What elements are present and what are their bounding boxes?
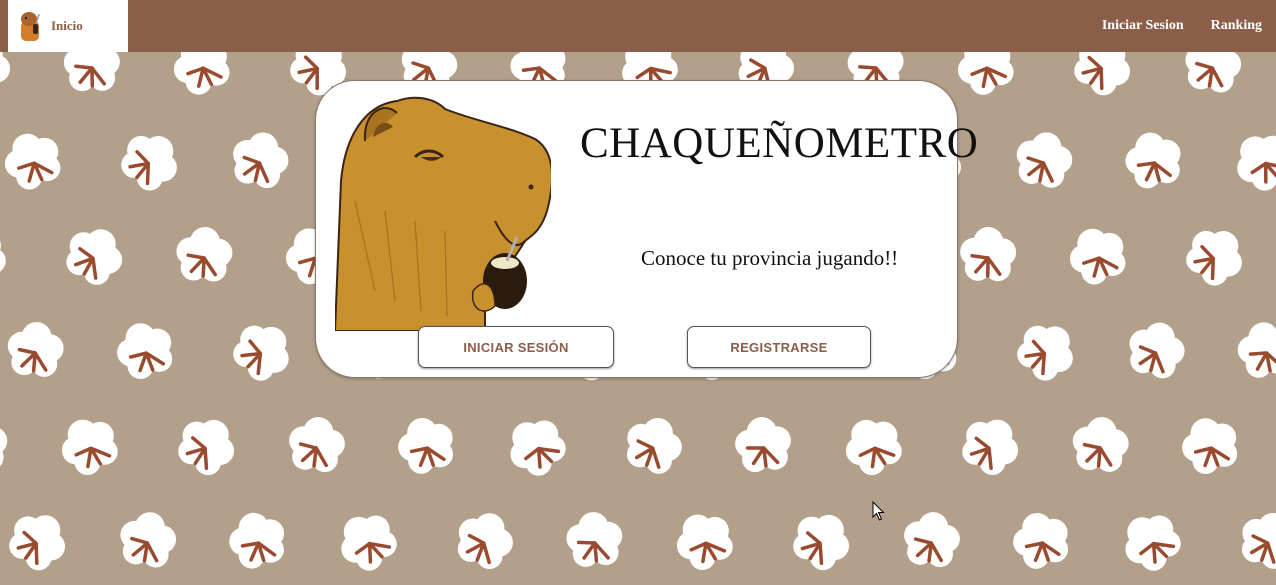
hero-card: CHAQUEÑOMETRO Conoce tu provincia jugand… <box>315 80 978 378</box>
home-label: Inicio <box>51 18 83 33</box>
login-button[interactable]: INICIAR SESIÓN <box>418 326 614 368</box>
app-subtitle: Conoce tu provincia jugando!! <box>641 246 899 270</box>
app-title: CHAQUEÑOMETRO <box>580 120 979 167</box>
nav-ranking-link[interactable]: Ranking <box>1211 18 1262 34</box>
nav-login-link[interactable]: Iniciar Sesion <box>1102 18 1184 34</box>
capybara-drinking-mate-illustration <box>335 96 551 331</box>
top-navbar: Inicio Iniciar Sesion Ranking <box>0 0 1276 52</box>
register-button[interactable]: REGISTRARSE <box>687 326 871 368</box>
mouse-cursor-icon <box>872 501 885 521</box>
home-link[interactable]: Inicio <box>8 0 128 52</box>
capybara-logo-icon <box>21 12 40 41</box>
nav-links: Iniciar Sesion Ranking <box>1075 0 1262 52</box>
